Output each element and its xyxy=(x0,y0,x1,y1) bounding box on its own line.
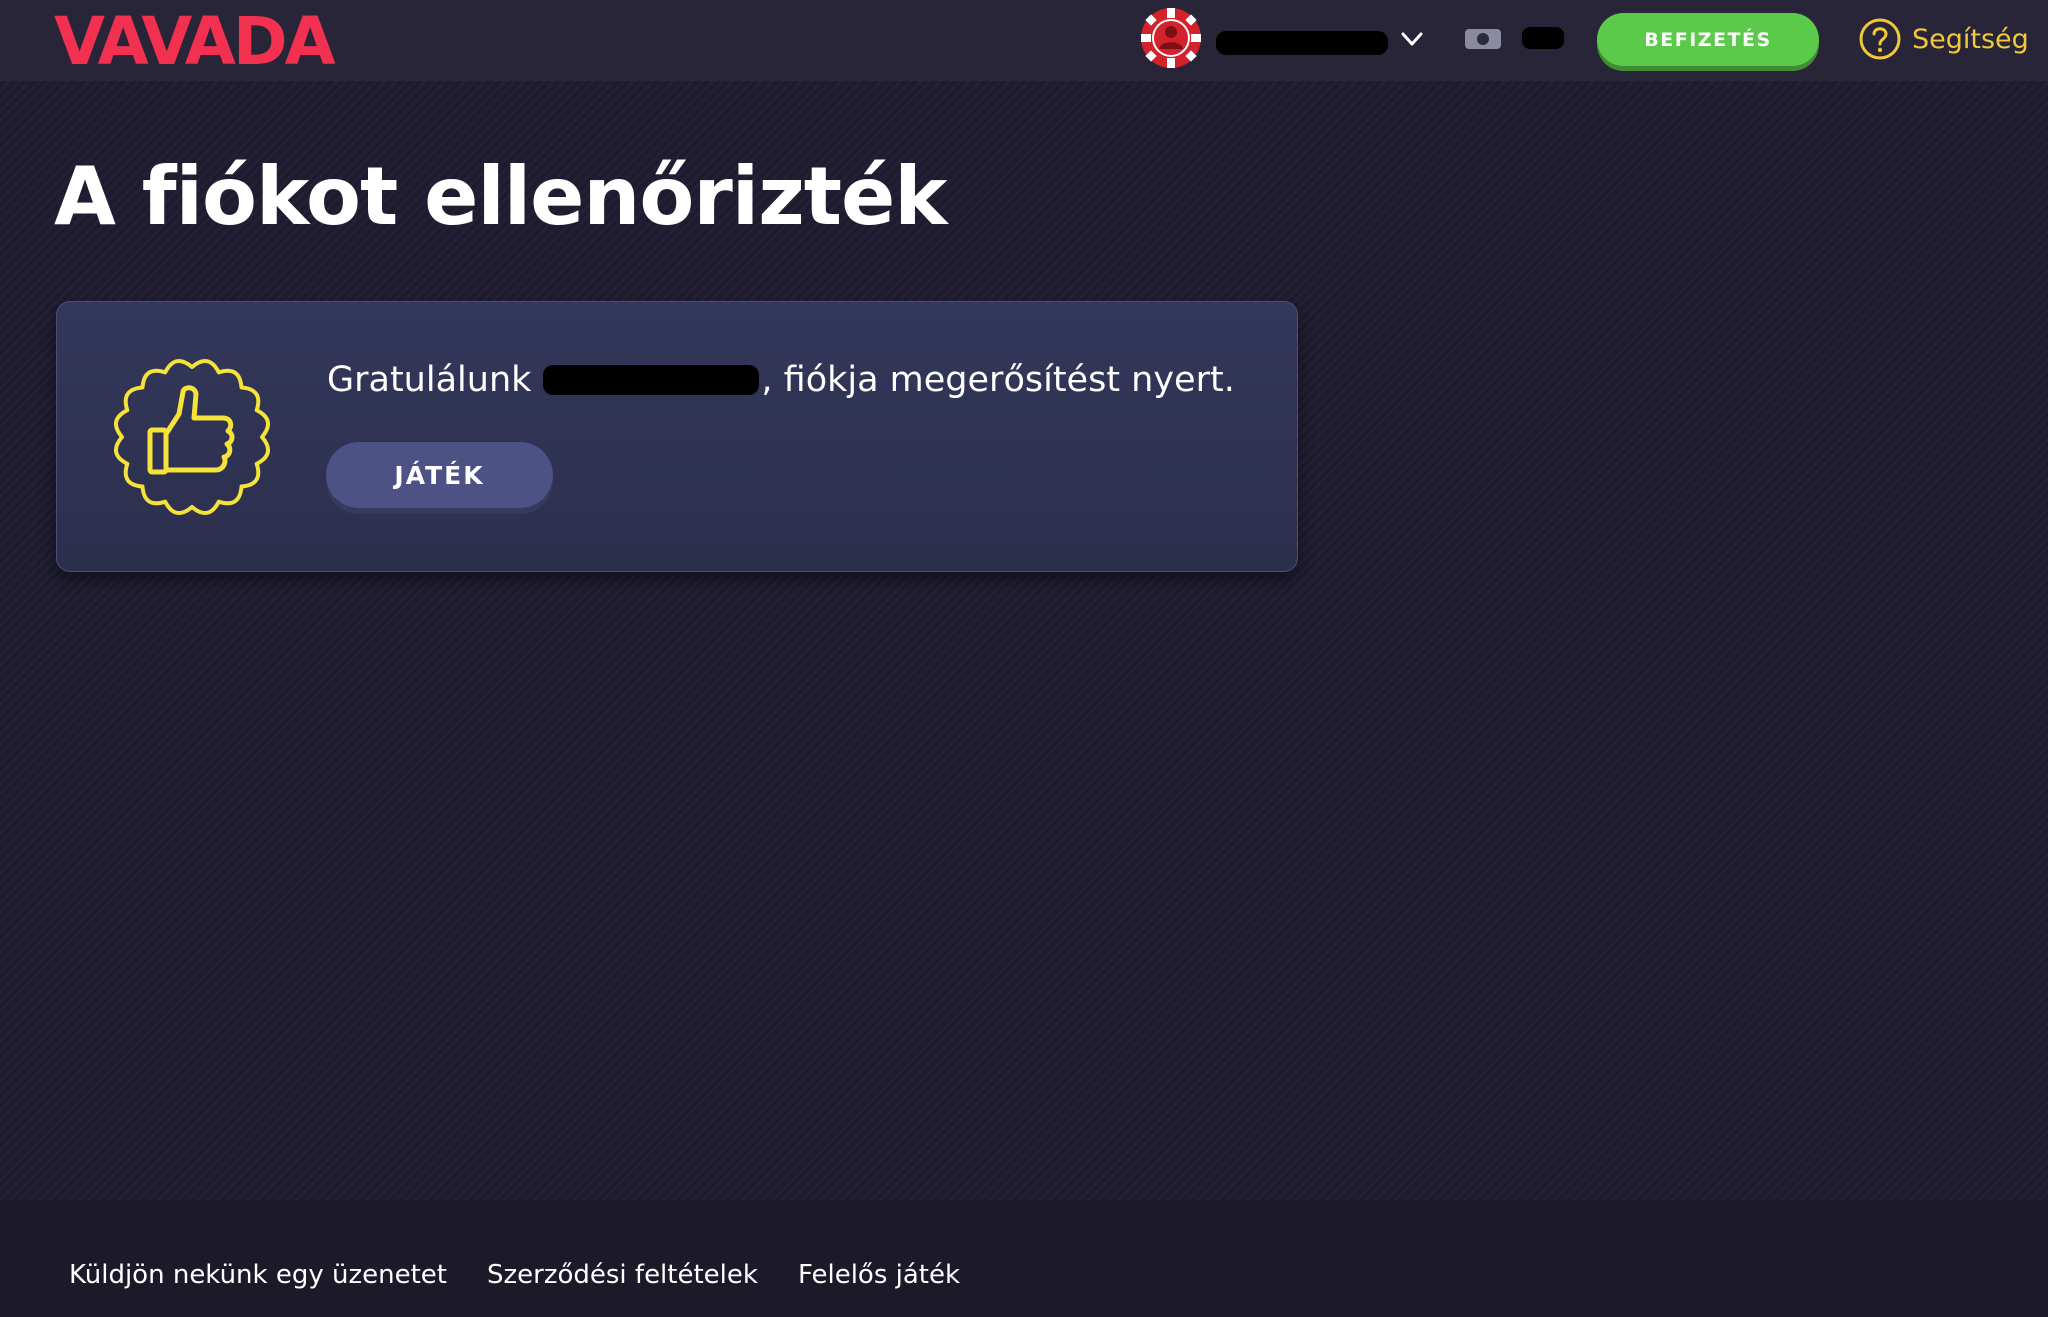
footer-link-terms[interactable]: Szerződési feltételek xyxy=(487,1260,758,1290)
user-menu[interactable] xyxy=(1140,7,1430,71)
chevron-down-icon[interactable] xyxy=(1398,25,1426,53)
thumbs-up-badge-icon xyxy=(114,359,270,515)
help-link[interactable]: Segítség xyxy=(1858,17,2029,61)
footer-link-responsible-gaming[interactable]: Felelős játék xyxy=(798,1260,960,1290)
footer-link-contact[interactable]: Küldjön nekünk egy üzenetet xyxy=(69,1260,447,1290)
username-redacted xyxy=(1216,31,1388,55)
username-redacted xyxy=(543,365,760,395)
avatar-chip-icon[interactable] xyxy=(1140,7,1202,69)
message-suffix: , fiókja megerősítést nyert. xyxy=(761,360,1235,400)
help-circle-icon xyxy=(1859,18,1901,60)
play-button[interactable]: JÁTÉK xyxy=(326,442,553,508)
deposit-button[interactable]: BEFIZETÉS xyxy=(1597,13,1819,66)
message-prefix: Gratulálunk xyxy=(327,360,532,400)
page-title: A fiókot ellenőrizték xyxy=(54,150,947,243)
vavada-logo[interactable]: VAVADA xyxy=(54,6,394,76)
verification-card: Gratulálunk , fiókja megerősítést nyert.… xyxy=(56,301,1298,572)
top-header: VAVADA BEFIZETÉS Segítség xyxy=(0,0,2048,81)
balance-redacted xyxy=(1522,27,1564,49)
footer: Küldjön nekünk egy üzenetet Szerződési f… xyxy=(0,1200,2048,1317)
footer-links: Küldjön nekünk egy üzenetet Szerződési f… xyxy=(69,1260,960,1290)
congrats-message: Gratulálunk , fiókja megerősítést nyert. xyxy=(327,360,1235,400)
svg-text:VAVADA: VAVADA xyxy=(54,6,336,76)
help-label: Segítség xyxy=(1912,23,2029,55)
cash-icon xyxy=(1465,29,1501,49)
